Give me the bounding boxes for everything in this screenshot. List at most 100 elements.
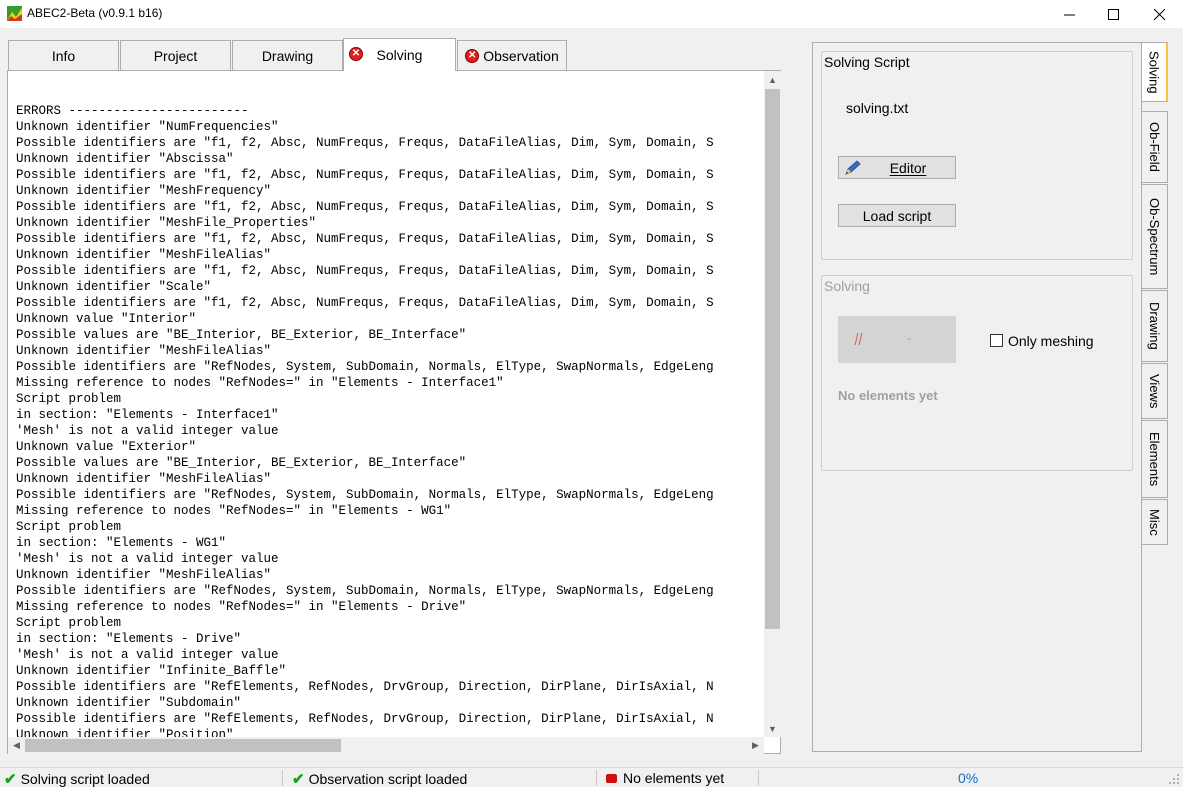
log-line: Possible identifiers are "RefNodes, Syst… bbox=[16, 584, 714, 598]
side-tab-ob-spectrum[interactable]: Ob-Spectrum bbox=[1142, 184, 1168, 289]
maximize-icon bbox=[1107, 8, 1119, 20]
log-line: Possible identifiers are "f1, f2, Absc, … bbox=[16, 136, 714, 150]
tab-label: Observation bbox=[483, 47, 559, 64]
log-line: Unknown value "Exterior" bbox=[16, 440, 197, 454]
progress-percent: 0% bbox=[958, 770, 979, 786]
tab-solving[interactable]: ✕ Solving bbox=[343, 38, 456, 71]
log-line: Unknown identifier "Scale" bbox=[16, 280, 212, 294]
log-line: Unknown identifier "MeshFileAlias" bbox=[16, 248, 272, 262]
start-solving-button[interactable]: - bbox=[838, 316, 956, 363]
error-icon: ✕ bbox=[349, 47, 363, 61]
app-icon bbox=[7, 6, 22, 21]
side-tab-views[interactable]: Views bbox=[1142, 363, 1168, 419]
log-line: in section: "Elements - Interface1" bbox=[16, 408, 279, 422]
status-divider bbox=[758, 770, 759, 786]
log-line: Possible identifiers are "f1, f2, Absc, … bbox=[16, 200, 714, 214]
log-line: Unknown identifier "NumFrequencies" bbox=[16, 120, 279, 134]
log-line: Missing reference to nodes "RefNodes=" i… bbox=[16, 504, 452, 518]
scroll-down-icon[interactable]: ▼ bbox=[764, 720, 781, 737]
tab-drawing[interactable]: Drawing bbox=[232, 40, 343, 70]
log-line: ERRORS ------------------------ bbox=[16, 104, 249, 118]
log-line: in section: "Elements - Drive" bbox=[16, 632, 242, 646]
scroll-thumb[interactable] bbox=[765, 89, 780, 629]
side-tab-label: Elements bbox=[1147, 431, 1162, 487]
log-line: Unknown identifier "Position" bbox=[16, 728, 234, 737]
scroll-right-icon[interactable]: ▶ bbox=[747, 737, 764, 754]
log-line: Unknown identifier "Abscissa" bbox=[16, 152, 234, 166]
solve-button-label: - bbox=[907, 331, 911, 345]
tab-info[interactable]: Info bbox=[8, 40, 119, 70]
error-square-icon bbox=[606, 773, 617, 783]
vertical-scrollbar[interactable]: ▲ ▼ bbox=[764, 71, 781, 737]
script-filename: solving.txt bbox=[846, 100, 909, 116]
close-button[interactable] bbox=[1136, 0, 1182, 28]
error-icon: ✕ bbox=[465, 48, 480, 63]
side-tab-misc[interactable]: Misc bbox=[1142, 499, 1168, 545]
log-line: 'Mesh' is not a valid integer value bbox=[16, 424, 279, 438]
status-elements-text: No elements yet bbox=[623, 770, 725, 786]
status-observation-text: Observation script loaded bbox=[308, 771, 468, 787]
status-bar: ✔ Solving script loaded ✔ Observation sc… bbox=[0, 767, 1183, 787]
side-tab-label: Solving bbox=[1146, 50, 1162, 94]
title-bar: ABEC2-Beta (v0.9.1 b16) bbox=[0, 0, 1183, 28]
tab-label: Project bbox=[153, 47, 198, 64]
close-icon bbox=[1153, 8, 1165, 20]
status-elements: No elements yet bbox=[606, 770, 724, 786]
only-meshing-label[interactable]: Only meshing bbox=[1008, 333, 1094, 349]
load-script-label: Load script bbox=[862, 207, 932, 224]
check-icon: ✔ bbox=[292, 771, 305, 787]
side-tab-label: Drawing bbox=[1147, 302, 1162, 350]
tab-observation[interactable]: ✕ Observation bbox=[457, 40, 567, 70]
tab-label: Info bbox=[51, 47, 76, 64]
status-solving-text: Solving script loaded bbox=[20, 771, 150, 787]
load-script-button[interactable]: Load script bbox=[838, 204, 956, 227]
side-tab-label: Views bbox=[1147, 373, 1162, 409]
pencil-icon bbox=[845, 160, 861, 175]
scroll-left-icon[interactable]: ◀ bbox=[8, 737, 25, 754]
error-log-panel: ERRORS ------------------------ Unknown i… bbox=[7, 70, 781, 754]
scroll-thumb[interactable] bbox=[25, 739, 341, 752]
log-line: Possible identifiers are "RefNodes, Syst… bbox=[16, 360, 714, 374]
tab-project[interactable]: Project bbox=[120, 40, 231, 70]
log-line: Possible identifiers are "f1, f2, Absc, … bbox=[16, 232, 714, 246]
horizontal-scrollbar[interactable]: ◀ ▶ bbox=[8, 737, 764, 754]
log-line: Unknown identifier "MeshFileAlias" bbox=[16, 568, 272, 582]
log-line: Missing reference to nodes "RefNodes=" i… bbox=[16, 600, 467, 614]
scroll-up-icon[interactable]: ▲ bbox=[764, 71, 781, 88]
log-line: in section: "Elements - WG1" bbox=[16, 536, 227, 550]
log-line: Unknown value "Interior" bbox=[16, 312, 197, 326]
status-solving: ✔ Solving script loaded bbox=[4, 770, 150, 787]
log-line: Script problem bbox=[16, 616, 122, 630]
log-line: Possible identifiers are "f1, f2, Absc, … bbox=[16, 296, 714, 310]
side-tab-solving[interactable]: Solving bbox=[1142, 42, 1168, 102]
only-meshing-checkbox[interactable] bbox=[990, 334, 1003, 347]
log-line: Script problem bbox=[16, 520, 122, 534]
minimize-button[interactable] bbox=[1046, 0, 1092, 28]
right-panel: Solving Script solving.txt Editor Load s… bbox=[812, 42, 1142, 752]
group-title: Solving Script bbox=[824, 54, 910, 70]
group-title: Solving bbox=[824, 278, 870, 294]
solving-group: Solving - Only meshing No elements yet bbox=[821, 275, 1133, 471]
log-line: Possible identifiers are "f1, f2, Absc, … bbox=[16, 264, 714, 278]
log-line: Missing reference to nodes "RefNodes=" i… bbox=[16, 376, 504, 390]
side-tab-ob-field[interactable]: Ob-Field bbox=[1142, 111, 1168, 183]
side-tab-drawing[interactable]: Drawing bbox=[1142, 290, 1168, 362]
tab-label: Solving bbox=[376, 47, 423, 63]
editor-button[interactable]: Editor bbox=[838, 156, 956, 179]
log-line: Possible identifiers are "RefElements, R… bbox=[16, 680, 714, 694]
editor-label: Editor bbox=[889, 159, 927, 176]
side-tab-label: Ob-Spectrum bbox=[1147, 197, 1162, 276]
status-divider bbox=[282, 770, 283, 786]
maximize-button[interactable] bbox=[1090, 0, 1136, 28]
log-line: Unknown identifier "MeshFileAlias" bbox=[16, 344, 272, 358]
log-line: Possible identifiers are "f1, f2, Absc, … bbox=[16, 168, 714, 182]
slash-icon bbox=[854, 332, 863, 346]
side-tab-label: Misc bbox=[1147, 508, 1162, 536]
error-log-text[interactable]: ERRORS ------------------------ Unknown i… bbox=[16, 103, 764, 737]
log-line: Unknown identifier "MeshFileAlias" bbox=[16, 472, 272, 486]
log-line: Possible identifiers are "RefElements, R… bbox=[16, 712, 714, 726]
side-tab-elements[interactable]: Elements bbox=[1142, 420, 1168, 498]
minimize-icon bbox=[1063, 14, 1075, 15]
resize-grip-icon[interactable] bbox=[1168, 773, 1180, 785]
log-line: Possible identifiers are "RefNodes, Syst… bbox=[16, 488, 714, 502]
